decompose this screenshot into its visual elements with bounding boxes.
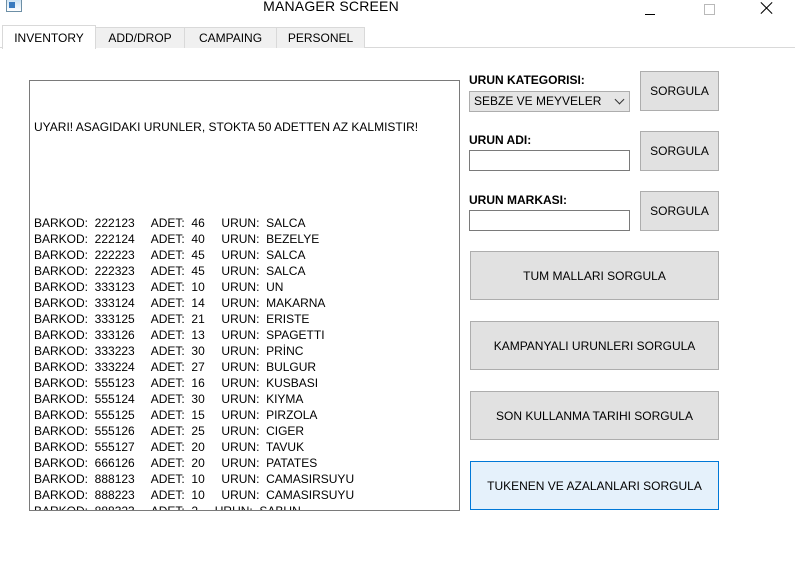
category-label: URUN KATEGORISI: [469,73,585,87]
query-name-button[interactable]: SORGULA [640,131,719,171]
chevron-down-icon [614,94,625,105]
tab-add-drop[interactable]: ADD/DROP [95,27,185,48]
inventory-row: BARKOD: 666126 ADET: 20 URUN: PATATES [34,456,318,470]
inventory-row: BARKOD: 333123 ADET: 10 URUN: UN [34,280,284,294]
category-select[interactable]: SEBZE VE MEYVELER [469,91,630,112]
inventory-row: BARKOD: 222323 ADET: 45 URUN: SALCA [34,264,306,278]
query-brand-button[interactable]: SORGULA [640,191,719,231]
inventory-row: BARKOD: 333224 ADET: 27 URUN: BULGUR [34,360,317,374]
inventory-textbox[interactable]: UYARI! ASAGIDAKI URUNLER, STOKTA 50 ADET… [29,80,460,511]
product-name-input[interactable] [469,150,630,171]
inventory-row: BARKOD: 333223 ADET: 30 URUN: PRİNC [34,344,304,358]
maximize-button[interactable] [686,0,732,22]
inventory-row: BARKOD: 888323 ADET: 2 URUN: SABUN [34,504,301,511]
query-category-button[interactable]: SORGULA [640,71,719,111]
category-selected-value: SEBZE VE MEYVELER [474,94,602,108]
query-all-goods-button[interactable]: TUM MALLARI SORGULA [470,251,719,300]
inventory-row: BARKOD: 222123 ADET: 46 URUN: SALCA [34,216,306,230]
inventory-row: BARKOD: 333126 ADET: 13 URUN: SPAGETTI [34,328,325,342]
query-campaign-products-button[interactable]: KAMPANYALI URUNLERI SORGULA [470,321,719,370]
inventory-row: BARKOD: 555125 ADET: 15 URUN: PIRZOLA [34,408,318,422]
query-expiry-date-button[interactable]: SON KULLANMA TARIHI SORGULA [470,391,719,440]
inventory-row: BARKOD: 333124 ADET: 14 URUN: MAKARNA [34,296,326,310]
inventory-row: BARKOD: 222124 ADET: 40 URUN: BEZELYE [34,232,320,246]
product-brand-label: URUN MARKASI: [469,193,567,207]
close-button[interactable] [744,0,790,22]
tab-campaing[interactable]: CAMPAING [184,27,277,48]
inventory-row: BARKOD: 555123 ADET: 16 URUN: KUSBASI [34,376,319,390]
minimize-button[interactable] [627,0,673,22]
product-name-label: URUN ADI: [469,133,532,147]
inventory-row: BARKOD: 555127 ADET: 20 URUN: TAVUK [34,440,305,454]
close-icon [760,1,774,15]
inventory-row: BARKOD: 222223 ADET: 45 URUN: SALCA [34,248,306,262]
inventory-row: BARKOD: 555126 ADET: 25 URUN: CIGER [34,424,305,438]
product-brand-input[interactable] [469,210,630,231]
inventory-row: BARKOD: 555124 ADET: 30 URUN: KIYMA [34,392,304,406]
manager-window: MANAGER SCREEN INVENTORY ADD/DROP CAMPAI… [0,0,795,585]
minimize-icon [645,13,655,15]
stock-warning-text: UYARI! ASAGIDAKI URUNLER, STOKTA 50 ADET… [34,120,419,134]
title-bar: MANAGER SCREEN [0,0,795,24]
inventory-row: BARKOD: 333125 ADET: 21 URUN: ERISTE [34,312,310,326]
tab-inventory[interactable]: INVENTORY [2,25,96,49]
tab-personel[interactable]: PERSONEL [276,27,365,48]
maximize-icon [703,3,715,15]
inventory-row: BARKOD: 888223 ADET: 10 URUN: CAMASIRSUY… [34,488,355,502]
inventory-row: BARKOD: 888123 ADET: 10 URUN: CAMASIRSUY… [34,472,355,486]
window-title: MANAGER SCREEN [263,0,399,14]
query-depleted-and-low-button[interactable]: TUKENEN VE AZALANLARI SORGULA [470,461,719,510]
